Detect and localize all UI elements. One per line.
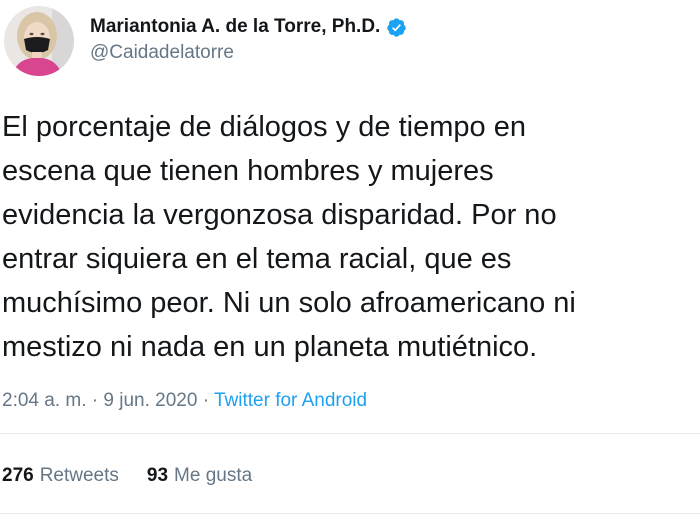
retweets-label: Retweets [39, 465, 119, 486]
tweet-text-line: mestizo ni nada en un planeta mutiétnico… [2, 331, 538, 363]
tweet-text-line: El porcentaje de diálogos y de tiempo en [2, 111, 526, 143]
retweets-count: 276 [2, 465, 34, 486]
tweet-card: Mariantonia A. de la Torre, Ph.D. @Caida… [0, 0, 700, 516]
author-block: Mariantonia A. de la Torre, Ph.D. @Caida… [90, 13, 407, 64]
verified-badge-icon [387, 17, 407, 37]
tweet-text-line: entrar siquiera en el tema racial, que e… [2, 243, 512, 275]
tweet-time[interactable]: 2:04 a. m. [2, 390, 87, 411]
divider [0, 433, 700, 434]
meta-separator: · [91, 390, 104, 411]
tweet-stats: 276 Retweets 93 Me gusta [2, 465, 252, 487]
display-name[interactable]: Mariantonia A. de la Torre, Ph.D. [90, 16, 380, 38]
tweet-date[interactable]: 9 jun. 2020 [103, 390, 197, 411]
likes-label: Me gusta [174, 465, 253, 486]
avatar[interactable] [4, 6, 74, 76]
likes-count: 93 [146, 465, 169, 486]
tweet-text-line: escena que tienen hombres y mujeres [2, 155, 494, 187]
tweet-meta: 2:04 a. m. · 9 jun. 2020 · Twitter for A… [2, 390, 367, 412]
tweet-text-line: muchísimo peor. Ni un solo afroamericano… [2, 287, 576, 319]
retweets-stat[interactable]: 276 Retweets [2, 465, 119, 487]
tweet-text-line: evidencia la vergonzosa disparidad. Por … [2, 199, 557, 231]
name-row: Mariantonia A. de la Torre, Ph.D. [90, 13, 407, 41]
tweet-text: El porcentaje de diálogos y de tiempo en… [2, 105, 692, 369]
divider [0, 513, 700, 514]
handle[interactable]: @Caidadelatorre [90, 42, 407, 64]
meta-separator: · [202, 390, 214, 411]
likes-stat[interactable]: 93 Me gusta [147, 465, 252, 487]
tweet-source-link[interactable]: Twitter for Android [214, 390, 367, 411]
profile-photo-icon [4, 6, 74, 76]
